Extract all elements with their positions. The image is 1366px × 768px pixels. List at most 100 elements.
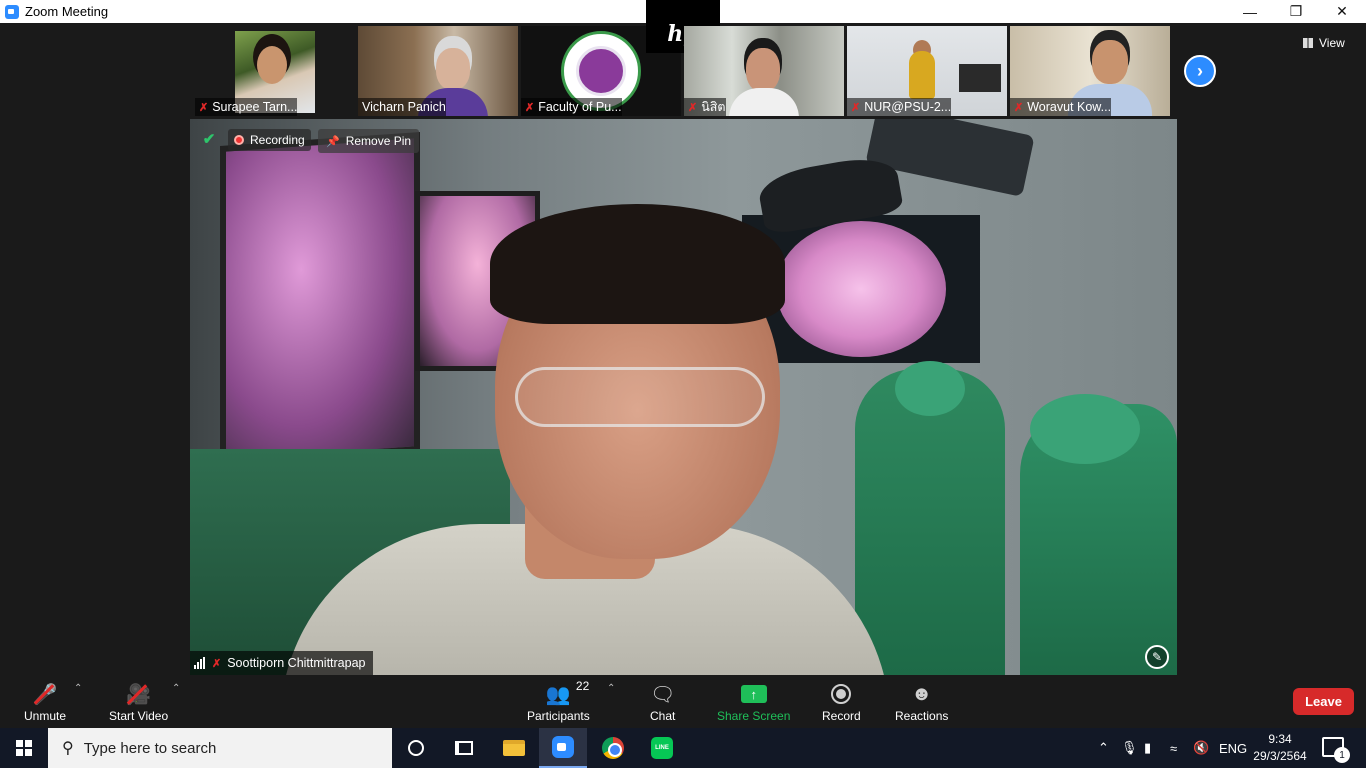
participant-name-tag: ✗ Surapee Tarn...: [195, 98, 298, 116]
zoom-taskbar-button[interactable]: [539, 728, 587, 768]
start-button[interactable]: [0, 728, 48, 768]
participant-thumbnail[interactable]: ✗ นิสิต: [684, 26, 844, 116]
minimize-icon[interactable]: —: [1227, 0, 1273, 23]
line-app-icon: LINE: [651, 737, 673, 759]
participant-name: Faculty of Pu...: [538, 100, 622, 114]
participant-name: Vicharn Panich: [362, 100, 446, 114]
cortana-button[interactable]: [392, 728, 440, 768]
task-view-button[interactable]: [440, 728, 488, 768]
mic-muted-icon: ✗: [688, 101, 698, 114]
taskbar-clock[interactable]: 9:34 29/3/2564: [1248, 731, 1312, 765]
participants-options-caret-icon[interactable]: ⌃: [607, 683, 615, 694]
view-button[interactable]: View: [1303, 32, 1345, 54]
participant-name: นิสิต: [701, 100, 726, 114]
camera-off-icon: 🎥: [126, 681, 151, 707]
share-screen-label: Share Screen: [717, 709, 791, 723]
participants-count: 22: [575, 679, 590, 693]
record-label: Record: [822, 709, 861, 723]
recording-label: Recording: [250, 133, 305, 147]
recording-indicator[interactable]: Recording: [228, 129, 311, 151]
pin-icon: 📌: [326, 135, 340, 148]
participant-name-tag: Vicharn Panich: [358, 98, 446, 116]
zoom-app-icon: [5, 4, 19, 19]
mic-muted-icon: ✗: [525, 101, 535, 114]
chat-bubble-icon: 🗨: [650, 683, 676, 706]
language-label: ENG: [1219, 740, 1248, 756]
remove-pin-button[interactable]: 📌 Remove Pin: [318, 129, 420, 153]
wifi-icon[interactable]: ≈: [1170, 728, 1177, 768]
reactions-button[interactable]: ☻ Reactions: [895, 681, 949, 724]
meeting-toolbar: 🎤 Unmute ⌃ 🎥 Start Video ⌃ 👥22 Participa…: [0, 677, 1366, 728]
record-icon: [831, 684, 852, 704]
chrome-icon: [602, 737, 624, 759]
view-label: View: [1319, 36, 1345, 50]
language-indicator[interactable]: ENG: [1219, 728, 1247, 768]
chat-label: Chat: [650, 709, 676, 723]
windows-taskbar: ⚲ Type here to search LINE ⌃ 🎙 ▮ ≈ 🔇 ENG…: [0, 728, 1366, 768]
participant-name-tag: ✗ Faculty of Pu...: [521, 98, 622, 116]
participant-thumbnail[interactable]: ✗ Woravut Kow...: [1010, 26, 1170, 116]
taskbar-search-box[interactable]: ⚲ Type here to search: [48, 728, 392, 768]
chevron-up-icon: ⌃: [1098, 740, 1109, 755]
line-taskbar-button[interactable]: LINE: [638, 728, 686, 768]
unmute-label: Unmute: [24, 709, 67, 723]
share-screen-icon: ↑: [740, 685, 767, 703]
unmute-button[interactable]: 🎤 Unmute: [24, 681, 67, 724]
meeting-area: ✗ Surapee Tarn... Vicharn Panich ✗ Faculty…: [0, 0, 1366, 677]
participants-button[interactable]: 👥 22 Participants: [527, 679, 590, 723]
participant-thumbnail[interactable]: ✗ NUR@PSU-2...: [847, 26, 1007, 116]
speaker-name: Soottiporn Chittmittrapap: [227, 656, 366, 670]
start-video-button[interactable]: 🎥 Start Video: [109, 681, 169, 724]
participant-name: NUR@PSU-2...: [864, 100, 952, 114]
security-shield-icon[interactable]: ✔: [200, 129, 218, 149]
windows-logo-icon: [16, 740, 32, 756]
show-hidden-icons-button[interactable]: ⌃: [1098, 728, 1109, 768]
audio-options-caret-icon[interactable]: ⌃: [74, 683, 82, 694]
participant-name: Surapee Tarn...: [212, 100, 298, 114]
battery-icon[interactable]: ▮: [1144, 728, 1151, 768]
microphone-tray-icon[interactable]: 🎙: [1121, 728, 1138, 768]
speaker-muted-icon[interactable]: 🔇: [1193, 728, 1209, 768]
cortana-icon: [408, 740, 424, 756]
window-title: Zoom Meeting: [25, 4, 109, 19]
clock-date: 29/3/2564: [1253, 749, 1307, 763]
file-explorer-icon: [503, 740, 525, 756]
next-page-arrow-icon[interactable]: ›: [1184, 55, 1216, 87]
surgery-monitor: [220, 132, 420, 466]
grid-icon: [1303, 38, 1313, 48]
leave-button[interactable]: Leave: [1293, 688, 1354, 715]
participant-name: Woravut Kow...: [1027, 100, 1112, 114]
file-explorer-button[interactable]: [490, 728, 538, 768]
microphone-muted-icon: 🎤: [33, 681, 58, 707]
main-speaker-video[interactable]: ✔ Recording 📌 Remove Pin ✗ Soottiporn Ch…: [190, 119, 1177, 675]
chrome-taskbar-button[interactable]: [589, 728, 637, 768]
task-view-icon: [455, 741, 473, 755]
restore-icon[interactable]: ❐: [1273, 0, 1319, 23]
participant-name-tag: ✗ NUR@PSU-2...: [847, 98, 952, 116]
start-video-label: Start Video: [109, 709, 169, 723]
close-icon[interactable]: ✕: [1319, 0, 1365, 23]
remove-pin-label: Remove Pin: [345, 134, 412, 148]
recording-dot-icon: [234, 135, 244, 145]
participant-thumbnail[interactable]: ✗ Surapee Tarn...: [195, 26, 355, 116]
surgical-staff: [855, 361, 1005, 675]
mic-muted-icon: ✗: [1014, 101, 1024, 114]
annotate-pencil-icon[interactable]: ✎: [1145, 645, 1169, 669]
participant-name-tag: ✗ Woravut Kow...: [1010, 98, 1112, 116]
zoom-icon: [552, 736, 574, 758]
clock-time: 9:34: [1268, 732, 1292, 746]
participants-label: Participants: [527, 709, 590, 723]
participant-thumbnail[interactable]: Vicharn Panich: [358, 26, 518, 116]
reactions-label: Reactions: [895, 709, 949, 723]
chat-button[interactable]: 🗨 Chat: [650, 681, 676, 724]
smiley-plus-icon: ☻: [911, 682, 933, 705]
participants-icon: 👥 22: [545, 679, 590, 706]
surgical-staff: [1020, 394, 1177, 675]
video-options-caret-icon[interactable]: ⌃: [172, 683, 180, 694]
mic-muted-icon: ✗: [851, 101, 861, 114]
search-placeholder: Type here to search: [83, 739, 217, 757]
share-screen-button[interactable]: ↑ Share Screen: [717, 681, 790, 723]
mic-muted-icon: ✗: [212, 657, 222, 670]
mic-muted-icon: ✗: [199, 101, 209, 114]
record-button[interactable]: Record: [822, 681, 861, 723]
